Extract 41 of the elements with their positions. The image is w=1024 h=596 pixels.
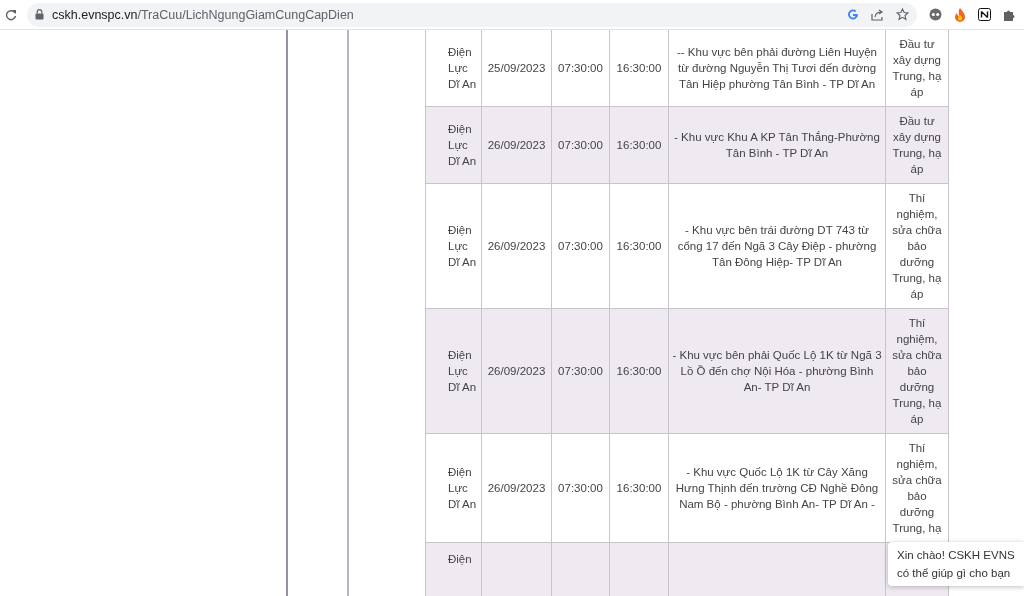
table-cell: 16:30:00 [609, 183, 669, 309]
table-cell: 26/09/2023 [481, 183, 552, 309]
table-cell: - Khu vực bên phải Quốc Lộ 1K từ Ngã 3 Lồ Ồ đến chợ Nội Hóa - phường Bình An- TP Dĩ An [668, 308, 886, 434]
table-cell: Điện Lực Dĩ An [425, 106, 482, 184]
notebook-icon[interactable] [978, 8, 991, 21]
table-cell: 25/09/2023 [481, 30, 552, 107]
share-icon[interactable] [871, 8, 884, 21]
flame-icon[interactable] [954, 7, 966, 22]
puzzle-icon[interactable] [1003, 8, 1016, 21]
reload-icon[interactable] [5, 8, 17, 21]
address-bar[interactable]: cskh.evnspc.vn/TraCuu/LichNgungGiamCungCapDien [27, 2, 917, 27]
table-cell: 16:30:00 [609, 106, 669, 184]
table-cell: 26/09/2023 [481, 308, 552, 434]
table-cell: Điện Lực Dĩ An [425, 30, 482, 107]
table-cell: 16:30:00 [609, 308, 669, 434]
table-cell: 16:30:00 [609, 433, 669, 543]
table-cell: 26/09/2023 [481, 106, 552, 184]
table-cell: 16:30:00 [609, 30, 669, 107]
table-cell: -- Khu vực bên phải đường Liên Huyện từ đường Nguyễn Thị Tươi đến đường Tân Hiệp phường Tân Bình - TP Dĩ An [668, 30, 886, 107]
table-cell: 07:30:00 [551, 183, 610, 309]
table-cell: Thí nghiệm, sửa chữa bảo dưỡng Trung, hạ áp [885, 183, 949, 309]
table-cell: - Khu vực Khu A KP Tân Thắng-Phường Tân Bình - TP Dĩ An [668, 106, 886, 184]
table-cell: Thí nghiệm, sửa chữa bảo dưỡng Trung, hạ áp [885, 308, 949, 434]
table-cell: Đầu tư xây dựng Trung, hạ áp [885, 106, 949, 184]
table-cell: 07:30:00 [551, 433, 610, 543]
table-cell: 07:30:00 [551, 30, 610, 107]
table-cell: Điện Lực Dĩ An [425, 433, 482, 543]
table-cell: Đầu tư xây dựng Trung, hạ áp [885, 30, 949, 107]
table-cell: 26/09/2023 [481, 433, 552, 543]
table-cell: 07:30:00 [551, 308, 610, 434]
table-cell: Điện Lực Dĩ An [425, 308, 482, 434]
table-cell: Điện [425, 542, 482, 596]
table-cell: 07:30:00 [551, 106, 610, 184]
table-cell: - Khu vực bên trái đường DT 743 từ cổng 17 đến Ngã 3 Cây Điệp - phường Tân Đông Hiệp- TP Dĩ An [668, 183, 886, 309]
google-icon[interactable] [847, 8, 859, 21]
chat-bubble[interactable]: Xin chào! CSKH EVNS có thể giúp gì cho bạn [888, 542, 1024, 586]
lock-icon [35, 9, 44, 20]
star-icon[interactable] [896, 8, 909, 21]
extension-icon[interactable] [929, 8, 942, 21]
table-cell: - Khu vực Quốc Lộ 1K từ Cây Xăng Hưng Thịnh đến trường CĐ Nghề Đông Nam Bộ - phường Bình An- TP Dĩ An - [668, 433, 886, 543]
table-cell: Điện Lực Dĩ An [425, 183, 482, 309]
